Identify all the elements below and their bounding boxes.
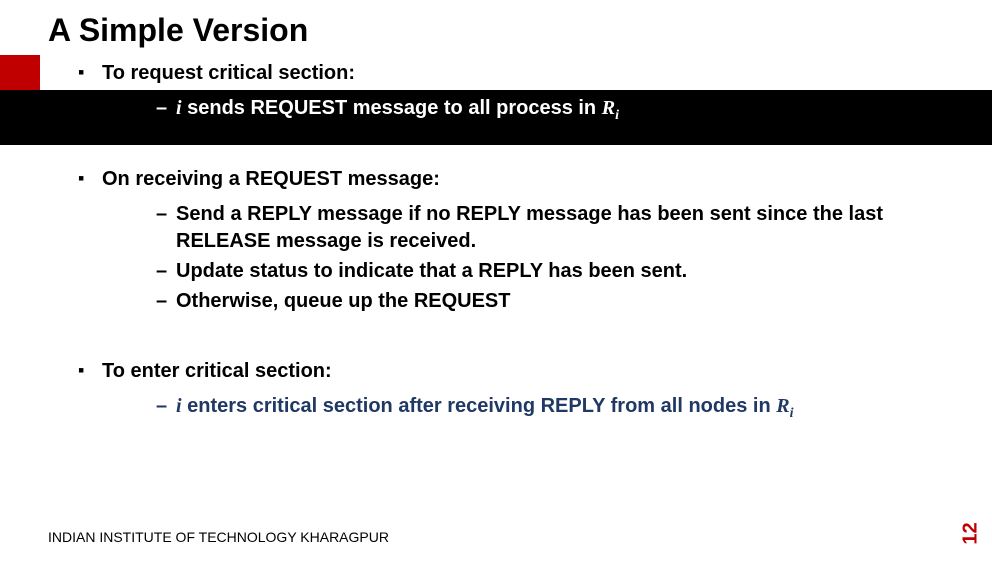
var-R-2: R xyxy=(776,395,789,417)
footer-text: INDIAN INSTITUTE OF TECHNOLOGY KHARAGPUR xyxy=(48,529,389,545)
section-2-item-1: Send a REPLY message if no REPLY message… xyxy=(156,201,958,255)
var-sub-i-2: i xyxy=(790,406,794,421)
slide-title: A Simple Version xyxy=(48,12,308,49)
section-2-item-2: Update status to indicate that a REPLY h… xyxy=(156,258,958,285)
section-heading-2-text: On receiving a REQUEST message: xyxy=(102,168,440,190)
red-accent-bar xyxy=(0,55,40,90)
section-2-item-3: Otherwise, queue up the REQUEST xyxy=(156,288,958,315)
section-3-item: i enters critical section after receivin… xyxy=(156,393,958,424)
page-number: 12 xyxy=(959,522,982,544)
section-heading-3-text: To enter critical section: xyxy=(102,360,332,382)
section-1-text: sends REQUEST message to all process in xyxy=(182,97,602,119)
var-R: R xyxy=(602,97,615,119)
section-heading-2: On receiving a REQUEST message: xyxy=(78,168,958,191)
slide-content: To request critical section: i sends REQ… xyxy=(78,62,958,424)
section-heading-1-text: To request critical section: xyxy=(102,62,355,84)
section-heading-3: To enter critical section: xyxy=(78,360,958,383)
section-1-item: i sends REQUEST message to all process i… xyxy=(156,95,958,126)
section-heading-1: To request critical section: xyxy=(78,62,958,85)
section-3-text: enters critical section after receiving … xyxy=(182,395,777,417)
var-sub-i: i xyxy=(615,108,619,123)
